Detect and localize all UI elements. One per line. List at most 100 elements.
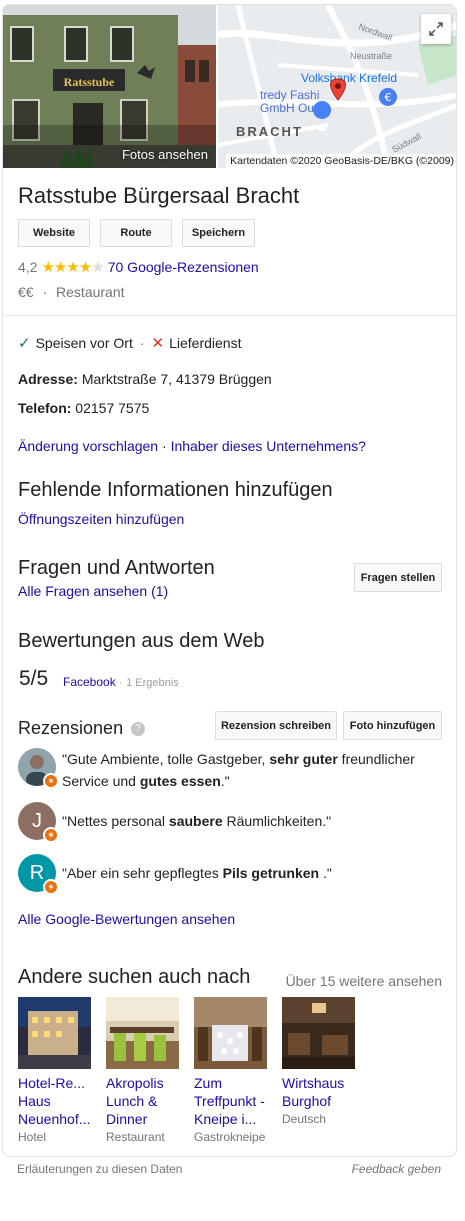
web-score: 5/5 <box>19 667 49 690</box>
related-place-type: Hotel <box>18 1130 47 1144</box>
avatar-initial: R <box>29 861 45 884</box>
check-icon: ✓ <box>18 335 31 352</box>
action-buttons: Website Route Speichern <box>18 219 255 247</box>
review-item: R ✶ "Aber ein sehr gepflegtes Pils getru… <box>18 854 442 895</box>
sign-text: Ratsstube <box>64 75 115 89</box>
related-place-name[interactable]: Hotel-Re... Haus Neuenhof... <box>18 1074 91 1128</box>
review-text-bold: sehr guter <box>269 751 338 767</box>
all-reviews-link[interactable]: Alle Google-Bewertungen ansehen <box>18 911 235 927</box>
cross-icon: ✕ <box>151 335 165 352</box>
business-photo[interactable]: Ratsstube Fotos ansehen <box>3 5 216 168</box>
address-label: Adresse: <box>18 371 78 387</box>
related-place-type: Gastrokneipe <box>194 1130 266 1144</box>
save-button[interactable]: Speichern <box>182 219 255 247</box>
meta-separator: · <box>42 284 48 300</box>
phone-value[interactable]: 02157 7575 <box>75 400 149 416</box>
place-thumbnail[interactable] <box>18 997 91 1069</box>
related-place[interactable]: Zum Treffpunkt - Kneipe i... Gastrokneip… <box>194 997 267 1144</box>
owner-link[interactable]: Inhaber dieses Unternehmens? <box>171 438 366 454</box>
review-text-part: ." <box>319 865 332 881</box>
address-value[interactable]: Marktstraße 7, 41379 Brüggen <box>82 371 272 387</box>
review-text-part: Räumlichkeiten." <box>222 813 332 829</box>
view-photos-link[interactable]: Fotos ansehen <box>122 147 208 162</box>
divider <box>3 315 456 316</box>
avatar-initial: J <box>32 809 42 832</box>
review-text-part: "Aber ein sehr gepflegtes <box>62 865 223 881</box>
local-guide-badge-icon: ✶ <box>43 827 59 843</box>
rating-row: 4,2 ★★★★★ 70 Google-Rezensionen <box>18 258 259 276</box>
place-thumbnail[interactable] <box>106 997 179 1069</box>
feedback-link[interactable]: Feedback geben <box>352 1162 441 1176</box>
map-preview[interactable]: Nordwall Neustraße Volksbank Krefeld tre… <box>218 5 456 168</box>
storefront-image: Ratsstube <box>3 5 216 168</box>
route-button[interactable]: Route <box>100 219 172 247</box>
edit-links: Änderung vorschlagen · Inhaber dieses Un… <box>18 438 366 454</box>
map-label-volksbank: Volksbank Krefeld <box>301 71 397 85</box>
web-source-row: Facebook · 1 Ergebnis <box>63 675 179 689</box>
restaurant-image <box>106 997 179 1069</box>
local-guide-badge-icon: ✶ <box>43 879 59 895</box>
place-thumbnail[interactable] <box>194 997 267 1069</box>
star-rating-icon: ★★★★★ <box>41 259 104 276</box>
business-name: Ratsstube Bürgersaal Bracht <box>18 183 300 208</box>
review-text: "Gute Ambiente, tolle Gastgeber, sehr gu… <box>62 748 442 792</box>
qa-heading: Fragen und Antworten <box>18 557 215 579</box>
review-text-part: "Nettes personal <box>62 813 169 829</box>
web-reviews-heading: Bewertungen aus dem Web <box>18 630 265 652</box>
review-text-bold: gutes essen <box>139 773 221 789</box>
service-options: ✓ Speisen vor Ort · ✕ Lieferdienst <box>18 334 241 352</box>
related-place-name[interactable]: Wirtshaus Burghof <box>282 1074 355 1110</box>
web-source-separator: · <box>119 677 123 689</box>
also-search-heading: Andere suchen auch nach <box>18 966 251 988</box>
reviews-heading: Rezensionen <box>18 718 124 738</box>
see-more-link[interactable]: Über 15 weitere ansehen <box>286 973 442 989</box>
related-place[interactable]: Hotel-Re... Haus Neuenhof... Hotel <box>18 997 91 1144</box>
address-row: Adresse: Marktstraße 7, 41379 Brüggen <box>18 371 272 387</box>
business-category: Restaurant <box>56 284 125 300</box>
add-hours-link[interactable]: Öffnungszeiten hinzufügen <box>18 511 184 527</box>
missing-info-heading: Fehlende Informationen hinzufügen <box>18 479 333 501</box>
tavern-image <box>282 997 355 1069</box>
help-icon[interactable]: ? <box>131 721 146 736</box>
bank-icon: € <box>379 88 397 106</box>
edit-link-separator: · <box>162 438 167 454</box>
reviews-heading-row: Rezensionen ? <box>18 718 146 739</box>
knowledge-panel: Ratsstube Fotos ansehen Nordwall Neustra… <box>2 4 457 1157</box>
review-text-part: "Gute Ambiente, tolle Gastgeber, <box>62 751 270 767</box>
map-label-bracht: BRACHT <box>236 124 303 139</box>
suggest-edit-link[interactable]: Änderung vorschlagen <box>18 438 158 454</box>
ask-question-button[interactable]: Fragen stellen <box>354 563 442 592</box>
dine-in-label: Speisen vor Ort <box>35 335 133 351</box>
review-text: "Nettes personal saubere Räumlichkeiten.… <box>62 802 442 832</box>
review-text-bold: Pils getrunken <box>222 865 320 881</box>
all-questions-link[interactable]: Alle Fragen ansehen (1) <box>18 583 168 599</box>
phone-row: Telefon: 02157 7575 <box>18 400 149 416</box>
rating-value: 4,2 <box>18 259 38 275</box>
map-attribution: Kartendaten ©2020 GeoBasis-DE/BKG (©2009… <box>226 154 456 168</box>
review-item: J ✶ "Nettes personal saubere Räumlichkei… <box>18 802 442 843</box>
hotel-image <box>18 997 91 1069</box>
review-item: ✶ "Gute Ambiente, tolle Gastgeber, sehr … <box>18 748 442 792</box>
pub-image <box>194 997 267 1069</box>
related-place[interactable]: Wirtshaus Burghof Deutsch <box>282 997 355 1144</box>
review-text-part: ." <box>220 773 230 789</box>
related-place-name[interactable]: Akropolis Lunch & Dinner <box>106 1074 179 1128</box>
avatar: J ✶ <box>18 802 59 843</box>
related-place[interactable]: Akropolis Lunch & Dinner Restaurant <box>106 997 179 1144</box>
facebook-link[interactable]: Facebook <box>63 675 116 689</box>
map-label-tredy-1: tredy Fashi <box>260 88 319 102</box>
place-thumbnail[interactable] <box>282 997 355 1069</box>
delivery-label: Lieferdienst <box>169 335 242 351</box>
data-explanation-link[interactable]: Erläuterungen zu diesen Daten <box>17 1162 182 1176</box>
expand-map-button[interactable] <box>421 14 451 44</box>
related-place-type: Deutsch <box>282 1112 327 1126</box>
meta-row: €€ · Restaurant <box>18 284 125 300</box>
add-photo-button[interactable]: Foto hinzufügen <box>343 711 442 740</box>
also-search-list: Hotel-Re... Haus Neuenhof... Hotel Akrop… <box>18 997 355 1144</box>
svg-text:€: € <box>385 91 392 104</box>
google-reviews-link[interactable]: 70 Google-Rezensionen <box>108 259 259 275</box>
write-review-button[interactable]: Rezension schreiben <box>215 711 337 740</box>
avatar: R ✶ <box>18 854 59 895</box>
related-place-name[interactable]: Zum Treffpunkt - Kneipe i... <box>194 1074 267 1128</box>
website-button[interactable]: Website <box>18 219 90 247</box>
